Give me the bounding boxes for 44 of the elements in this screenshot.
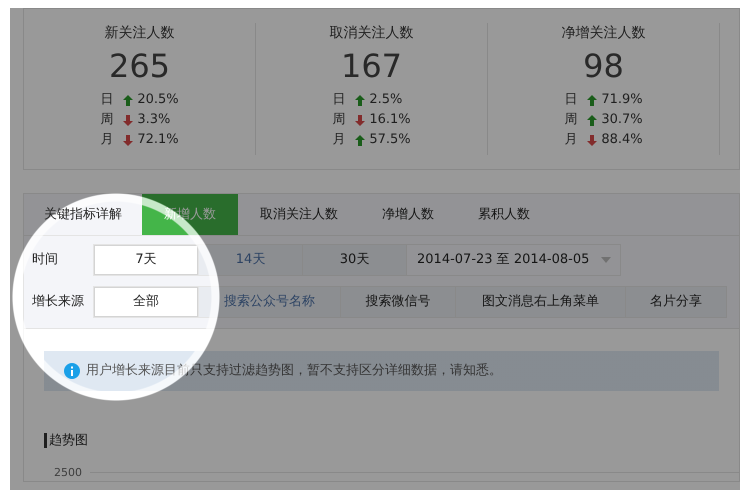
info-icon — [64, 363, 80, 379]
filter-option[interactable]: 7天 — [93, 244, 199, 276]
date-range-dropdown[interactable]: 2014-07-23 至 2014-08-05 — [406, 244, 621, 276]
period-label: 日 — [564, 91, 578, 110]
stat-title: 新关注人数 — [104, 24, 174, 43]
period-label: 月 — [100, 131, 114, 150]
change-value: 71.9% — [601, 91, 643, 110]
filter-option[interactable]: 搜索微信号 — [340, 286, 456, 318]
change-value: 3.3% — [137, 111, 170, 130]
change-value: 20.5% — [137, 91, 179, 110]
period-label: 周 — [332, 111, 346, 130]
change-value: 88.4% — [601, 131, 643, 150]
filter-option[interactable]: 14天 — [198, 244, 303, 276]
period-label: 月 — [332, 131, 346, 150]
stat-title: 取消关注人数 — [330, 24, 414, 43]
change-value: 2.5% — [369, 91, 402, 110]
title-marker — [44, 433, 47, 448]
period-label: 周 — [564, 111, 578, 130]
stat-value: 265 — [108, 46, 170, 86]
period-label: 日 — [332, 91, 346, 110]
filter-label: 时间 — [32, 251, 59, 270]
filter-option[interactable]: 搜索公众号名称 — [198, 286, 341, 318]
filter-option[interactable]: 30天 — [302, 244, 407, 276]
stat-value: 167 — [340, 46, 402, 86]
stat-title: 净增关注人数 — [562, 24, 646, 43]
change-value: 30.7% — [601, 111, 643, 130]
period-label: 日 — [100, 91, 114, 110]
tab[interactable]: 净增人数 — [360, 194, 456, 235]
filter-option[interactable]: 名片分享 — [625, 286, 727, 318]
filter-option[interactable]: 图文消息右上角菜单 — [455, 286, 626, 318]
tab[interactable]: 累积人数 — [456, 194, 552, 235]
filter-option[interactable]: 全部 — [93, 286, 199, 318]
change-value: 72.1% — [137, 131, 179, 150]
notice-text: 用户增长来源目前只支持过滤趋势图，暂不支持区分详细数据，请知悉。 — [86, 362, 502, 380]
axis-tick-label: 2500 — [54, 464, 82, 480]
tab[interactable]: 取消关注人数 — [238, 194, 360, 235]
period-label: 周 — [100, 111, 114, 130]
change-value: 16.1% — [369, 111, 411, 130]
period-label: 月 — [564, 131, 578, 150]
change-value: 57.5% — [369, 131, 411, 150]
chart-title: 趋势图 — [49, 432, 88, 450]
filter-label: 增长来源 — [32, 293, 85, 312]
stat-value: 98 — [583, 46, 624, 86]
caret-icon — [601, 257, 612, 263]
